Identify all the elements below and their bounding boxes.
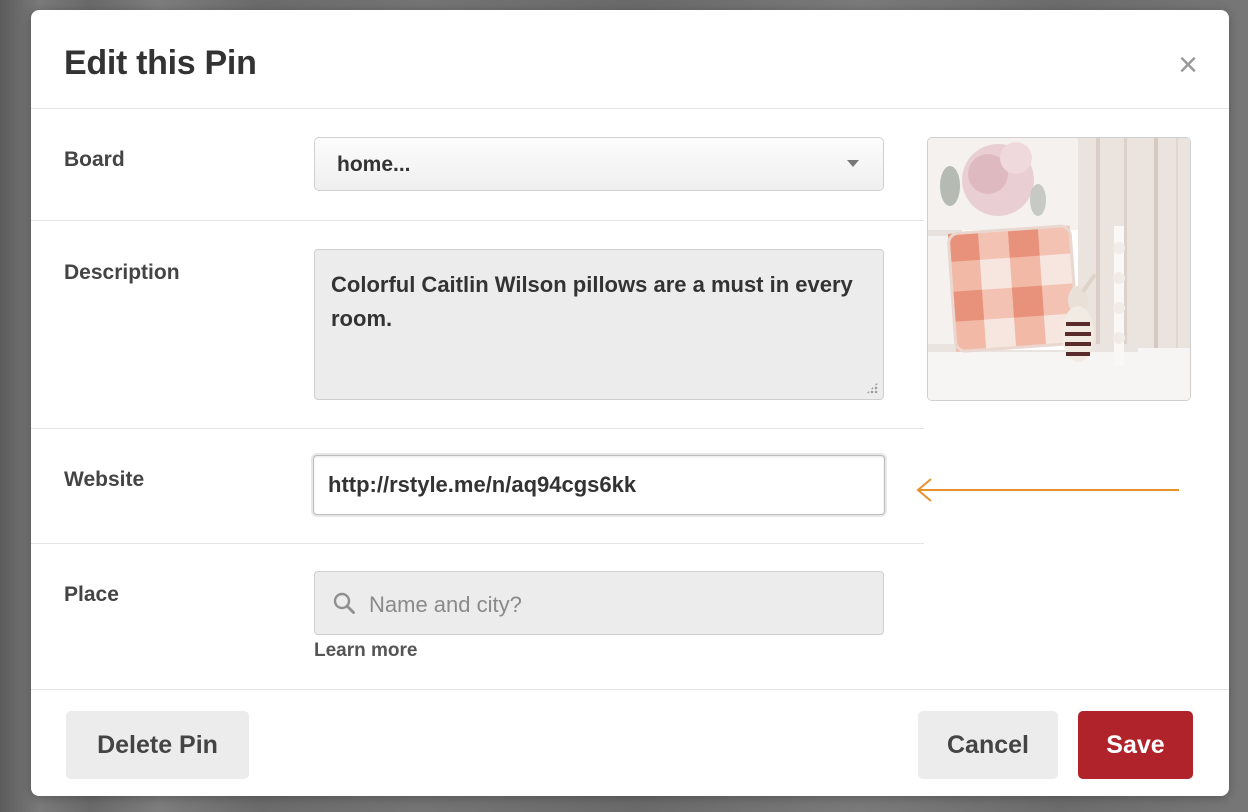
resize-handle-icon[interactable] xyxy=(866,382,878,394)
website-label: Website xyxy=(64,468,145,491)
place-search-input[interactable]: Name and city? xyxy=(314,571,884,635)
board-select-value: home... xyxy=(337,153,411,176)
place-label: Place xyxy=(64,583,119,606)
dialog-title: Edit this Pin xyxy=(64,44,257,82)
row-divider xyxy=(31,220,924,221)
website-input[interactable]: http://rstyle.me/n/aq94cgs6kk xyxy=(313,455,885,515)
description-textarea[interactable]: Colorful Caitlin Wilson pillows are a mu… xyxy=(314,249,884,400)
place-placeholder: Name and city? xyxy=(369,592,522,617)
learn-more-link[interactable]: Learn more xyxy=(314,640,417,662)
chevron-down-icon xyxy=(847,160,859,167)
delete-pin-button[interactable]: Delete Pin xyxy=(66,711,249,779)
row-divider xyxy=(31,543,924,544)
save-button[interactable]: Save xyxy=(1078,711,1193,779)
close-icon[interactable]: × xyxy=(1173,48,1203,82)
board-select[interactable]: home... xyxy=(314,137,884,191)
board-label: Board xyxy=(64,148,125,171)
row-divider xyxy=(31,428,924,429)
edit-pin-dialog: Edit this Pin × Board home... Descriptio… xyxy=(31,10,1229,796)
dialog-footer: Delete Pin Cancel Save xyxy=(31,689,1229,796)
pin-image xyxy=(927,137,1191,401)
annotation-arrow xyxy=(916,478,1179,502)
description-text: Colorful Caitlin Wilson pillows are a mu… xyxy=(331,272,853,331)
search-icon xyxy=(333,592,355,614)
description-label: Description xyxy=(64,261,180,284)
pin-photo xyxy=(928,138,1190,400)
cancel-button[interactable]: Cancel xyxy=(918,711,1058,779)
dialog-header: Edit this Pin × xyxy=(31,10,1229,109)
